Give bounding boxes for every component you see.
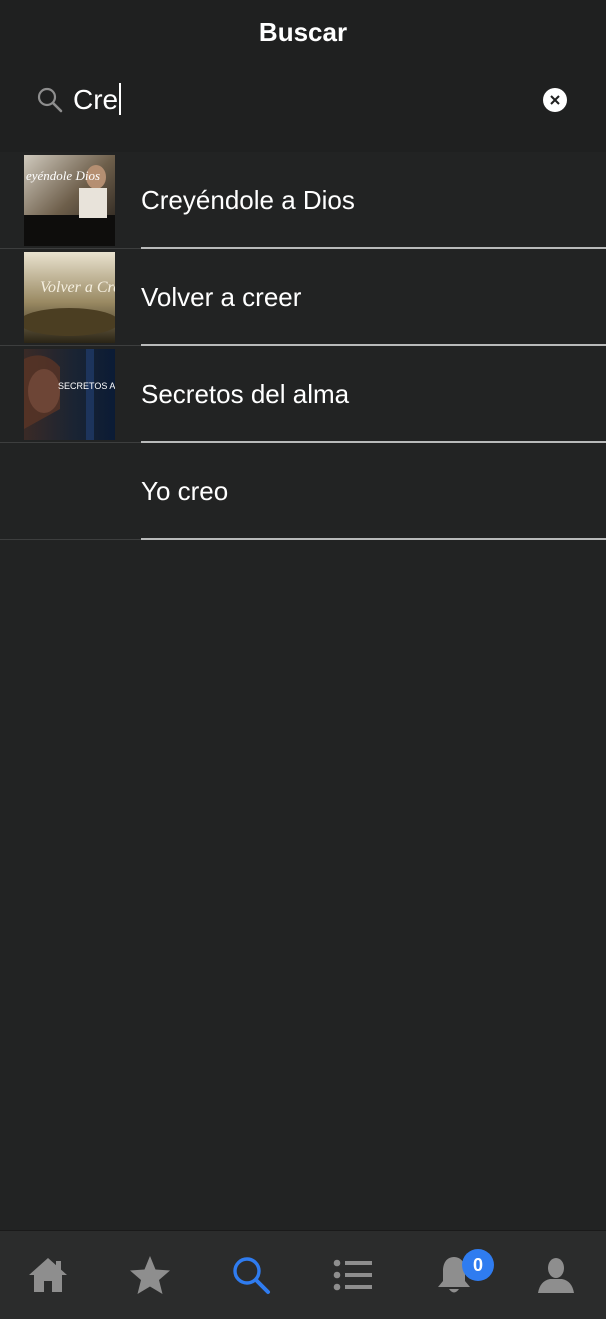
result-item[interactable]: eyéndole Dios Creyéndole a Dios	[0, 152, 606, 249]
thumbnail-caption: Volver a Creer	[40, 279, 115, 296]
result-thumbnail: eyéndole Dios	[24, 155, 115, 246]
result-title: Secretos del alma	[141, 379, 350, 409]
result-title: Creyéndole a Dios	[141, 185, 355, 215]
tab-bar: 0	[0, 1230, 606, 1319]
clear-search-button[interactable]	[543, 88, 567, 112]
list-icon	[333, 1259, 372, 1291]
search-input-value: Cre	[73, 84, 119, 115]
tab-search[interactable]	[211, 1231, 291, 1319]
thumbnail-caption: SECRETOS A	[58, 381, 115, 391]
result-thumbnail: SECRETOS A	[24, 349, 115, 440]
search-bar[interactable]: Cre	[28, 80, 588, 120]
tab-home[interactable]	[8, 1231, 88, 1319]
page-title: Buscar	[258, 17, 348, 47]
result-item[interactable]: Yo creo	[0, 443, 606, 540]
notification-badge: 0	[462, 1249, 494, 1281]
text-caret	[119, 83, 122, 115]
profile-icon	[538, 1258, 574, 1293]
divider	[141, 538, 606, 540]
home-icon	[29, 1258, 67, 1292]
tab-favorites[interactable]	[110, 1231, 190, 1319]
search-icon	[37, 87, 63, 113]
close-icon	[550, 95, 560, 105]
result-thumbnail: Volver a Creer	[24, 252, 115, 343]
result-item[interactable]: Volver a Creer Volver a creer	[0, 249, 606, 346]
divider	[0, 539, 141, 540]
results-list: eyéndole Dios Creyéndole a Dios Volver a…	[0, 152, 606, 540]
tab-list[interactable]	[313, 1231, 393, 1319]
result-item[interactable]: SECRETOS A Secretos del alma	[0, 346, 606, 443]
search-input[interactable]: Cre	[73, 83, 122, 117]
header: Buscar Cre	[0, 0, 606, 152]
search-icon	[233, 1257, 270, 1294]
result-title: Volver a creer	[141, 282, 302, 312]
thumbnail-caption: eyéndole Dios	[26, 168, 100, 183]
result-title: Yo creo	[141, 476, 229, 506]
star-icon	[130, 1256, 170, 1294]
tab-profile[interactable]	[516, 1231, 596, 1319]
